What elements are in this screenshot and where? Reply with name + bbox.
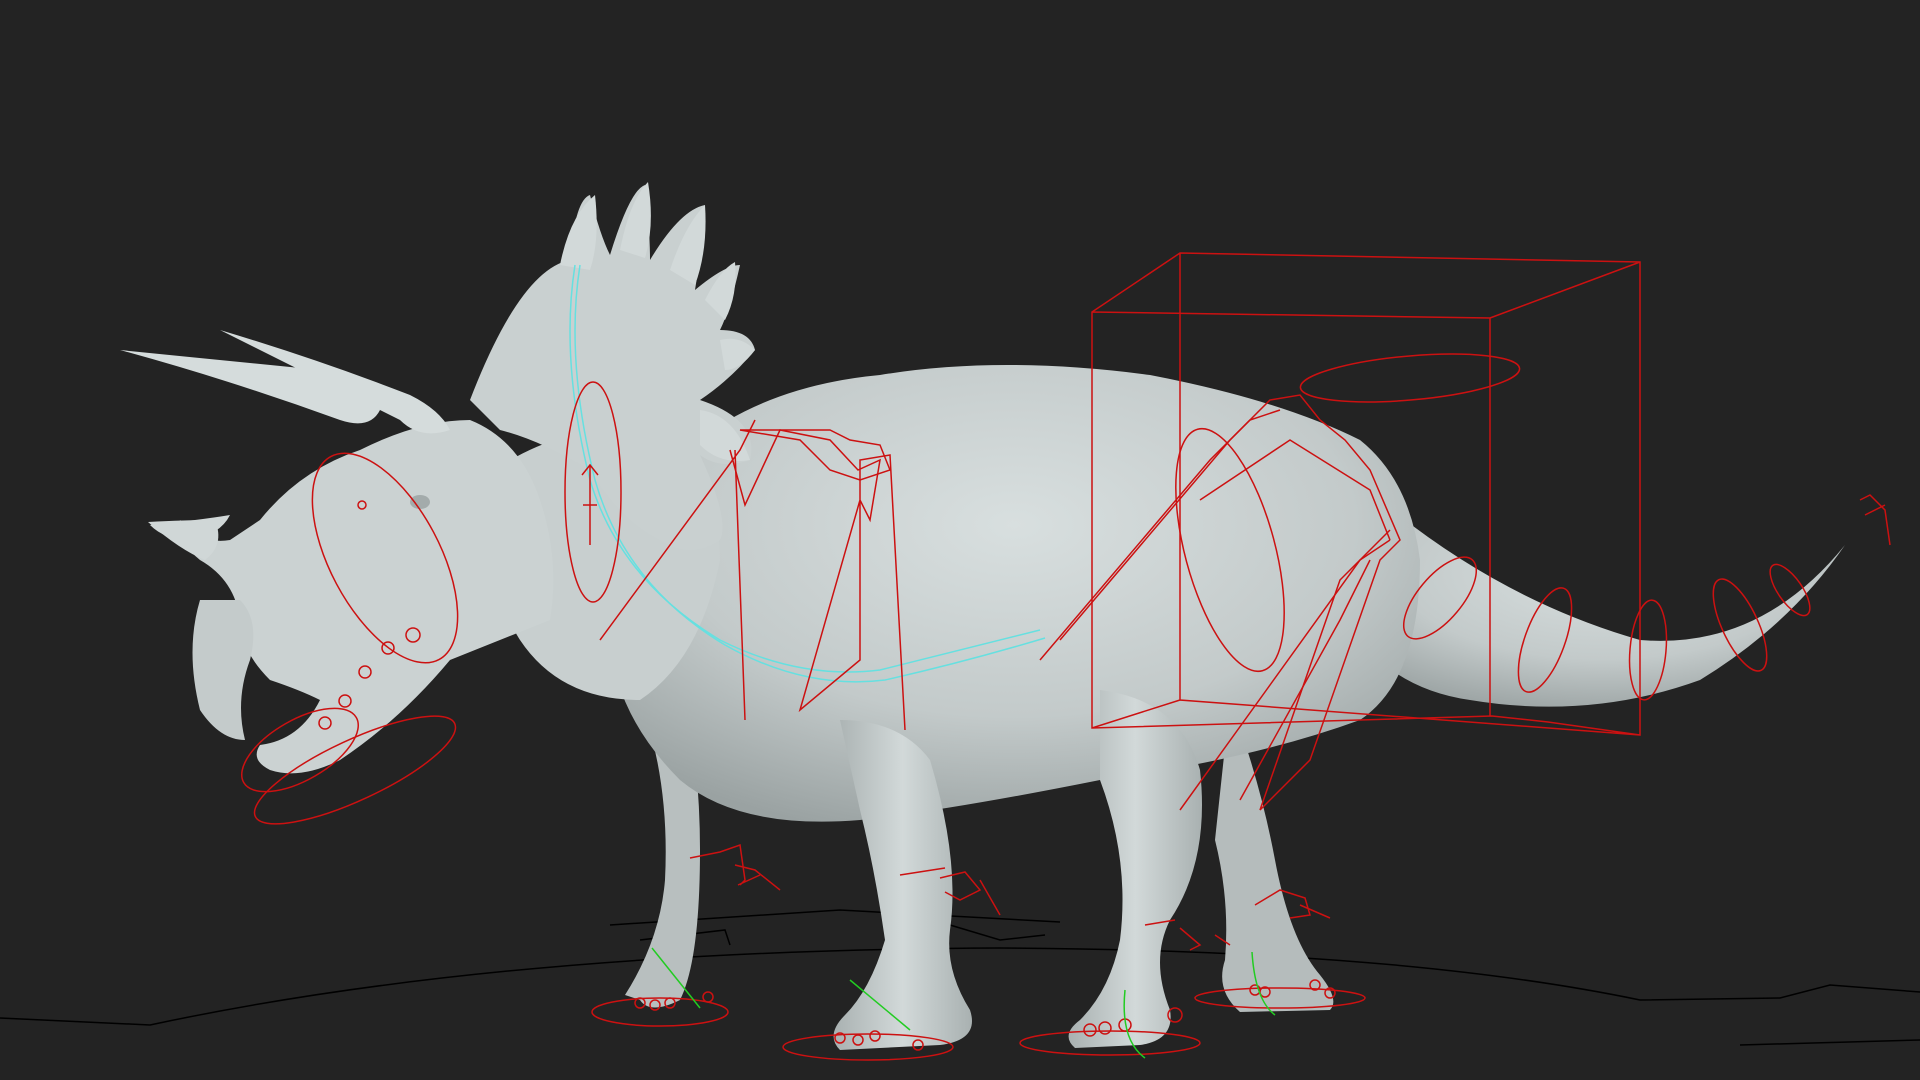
front-far-leg-control[interactable] — [689, 843, 781, 891]
tail-tip-control[interactable] — [1859, 494, 1891, 546]
eye — [410, 495, 430, 509]
nose-horn — [148, 520, 219, 560]
beak — [192, 600, 254, 740]
tail — [1360, 500, 1845, 707]
triceratops-mesh[interactable] — [120, 182, 1845, 1050]
torso-control[interactable] — [1299, 346, 1522, 409]
viewport-scene[interactable] — [0, 0, 1920, 1080]
frill-spike — [560, 195, 597, 270]
3d-viewport[interactable] — [0, 0, 1920, 1080]
